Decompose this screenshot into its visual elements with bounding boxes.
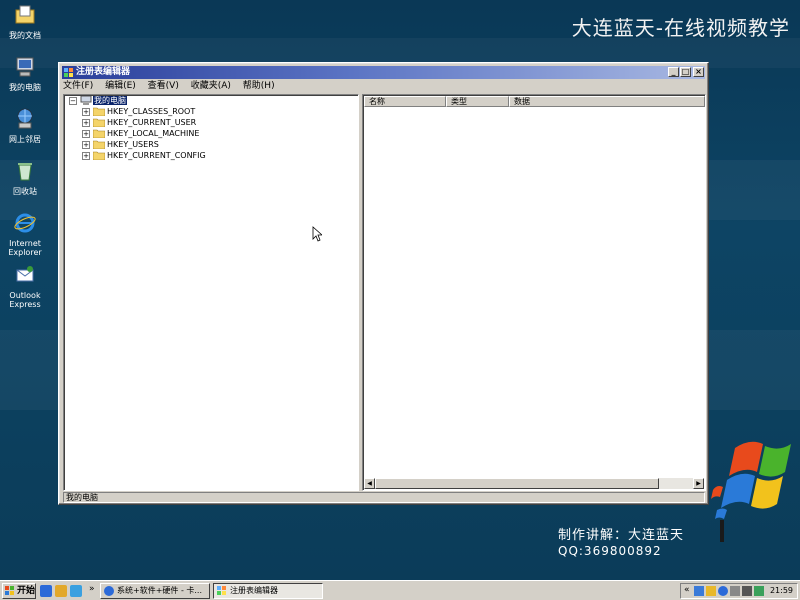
desktop-icon-label: Internet Explorer — [8, 239, 42, 257]
credit-qq: QQ:369800892 — [558, 544, 662, 558]
close-button[interactable]: × — [693, 67, 704, 77]
mouse-cursor-icon — [312, 226, 322, 242]
menu-edit[interactable]: 编辑(E) — [105, 81, 136, 91]
desktop-icon-recycle-bin[interactable]: 回收站 — [2, 160, 48, 196]
tree-item-hkey-users[interactable]: HKEY_USERS — [107, 139, 159, 150]
scroll-thumb[interactable] — [375, 478, 659, 489]
task-label: 注册表编辑器 — [230, 586, 278, 595]
taskbar-button-explorer[interactable]: 系统+软件+硬件 - 卡... — [100, 583, 210, 599]
scroll-right-icon[interactable]: ▶ — [693, 478, 704, 489]
tree-item-hkey-current-config[interactable]: HKEY_CURRENT_CONFIG — [107, 150, 206, 161]
quicklaunch-ie-icon[interactable] — [70, 585, 82, 597]
my-computer-icon — [80, 96, 92, 105]
folder-icon — [93, 118, 105, 127]
clock: 21:59 — [769, 586, 793, 595]
folder-icon — [93, 140, 105, 149]
regedit-window[interactable]: 注册表编辑器 _ □ × 文件(F) 编辑(E) 查看(V) 收藏夹(A) 帮助… — [58, 62, 709, 505]
column-header-type[interactable]: 类型 — [446, 96, 509, 107]
tray-shield-icon[interactable] — [694, 586, 704, 596]
tree-pane[interactable]: − 我的电脑 + HKEY_CLASSES_ROOT + HKEY_CURREN… — [63, 94, 359, 491]
tray-messenger-icon[interactable] — [718, 586, 728, 596]
quicklaunch-tool-icon[interactable] — [55, 585, 67, 597]
watermark-title: 大连蓝天-在线视频教学 — [571, 16, 790, 40]
folder-icon — [93, 129, 105, 138]
windows-logo-icon — [711, 441, 791, 542]
expand-icon[interactable]: + — [82, 130, 90, 138]
regedit-icon — [217, 586, 226, 595]
window-title: 注册表编辑器 — [76, 67, 131, 77]
tree-item-hkey-current-user[interactable]: HKEY_CURRENT_USER — [107, 117, 196, 128]
desktop-icon-label: Outlook Express — [9, 291, 41, 309]
menu-help[interactable]: 帮助(H) — [243, 81, 275, 91]
tray-volume-icon[interactable] — [742, 586, 752, 596]
expand-icon[interactable]: + — [82, 141, 90, 149]
tray-expand-icon[interactable]: « — [684, 585, 690, 595]
tray-qq-icon[interactable] — [706, 586, 716, 596]
start-label: 开始 — [17, 586, 36, 596]
expand-icon[interactable]: + — [82, 152, 90, 160]
tree-item-hkey-local-machine[interactable]: HKEY_LOCAL_MACHINE — [107, 128, 199, 139]
status-bar: 我的电脑 — [63, 492, 705, 503]
credit-text: 制作讲解：大连蓝天 — [558, 528, 685, 543]
desktop-icon-my-documents[interactable]: 我的文档 — [2, 4, 48, 40]
desktop-icon-outlook-express[interactable]: Outlook Express — [2, 264, 48, 309]
tree-root[interactable]: 我的电脑 — [93, 95, 127, 106]
start-button[interactable]: 开始 — [2, 583, 36, 599]
desktop-icon-label: 网上邻居 — [9, 135, 41, 144]
menu-bar: 文件(F) 编辑(E) 查看(V) 收藏夹(A) 帮助(H) — [63, 80, 705, 93]
desktop-icon-label: 回收站 — [13, 187, 37, 196]
column-header-data[interactable]: 数据 — [509, 96, 705, 107]
regedit-icon — [64, 68, 73, 77]
horizontal-scrollbar[interactable]: ◀ ▶ — [364, 478, 704, 489]
desktop-icon-network-places[interactable]: 网上邻居 — [2, 108, 48, 144]
explorer-icon — [104, 586, 114, 596]
desktop-icon-internet-explorer[interactable]: Internet Explorer — [2, 212, 48, 257]
values-pane[interactable]: 名称 类型 数据 ◀ ▶ — [362, 94, 706, 491]
menu-favorites[interactable]: 收藏夹(A) — [191, 81, 231, 91]
my-documents-icon — [15, 5, 35, 24]
expand-icon[interactable]: + — [82, 119, 90, 127]
collapse-icon[interactable]: − — [69, 97, 77, 105]
tree-root-label: 我的电脑 — [93, 96, 127, 105]
minimize-button[interactable]: _ — [668, 67, 679, 77]
maximize-button[interactable]: □ — [680, 67, 691, 77]
folder-icon — [93, 107, 105, 116]
system-tray: « 21:59 — [680, 583, 798, 599]
menu-file[interactable]: 文件(F) — [63, 81, 93, 91]
recycle-bin-icon — [18, 163, 32, 181]
folder-icon — [93, 151, 105, 160]
windows-flag-icon — [5, 586, 14, 595]
tree-item-hkey-classes-root[interactable]: HKEY_CLASSES_ROOT — [107, 106, 195, 117]
desktop-icon-label: 我的文档 — [9, 31, 41, 40]
outlook-express-icon — [16, 266, 34, 282]
taskbar-button-regedit[interactable]: 注册表编辑器 — [213, 583, 323, 599]
scroll-left-icon[interactable]: ◀ — [364, 478, 375, 489]
quicklaunch-browser-icon[interactable] — [40, 585, 52, 597]
title-bar[interactable]: 注册表编辑器 _ □ × — [62, 66, 705, 79]
tray-network-icon[interactable] — [730, 586, 740, 596]
internet-explorer-icon — [14, 213, 36, 233]
desktop-icon-label: 我的电脑 — [9, 83, 41, 92]
menu-view[interactable]: 查看(V) — [148, 81, 179, 91]
network-places-icon — [17, 108, 33, 129]
column-header-name[interactable]: 名称 — [364, 96, 446, 107]
quicklaunch-more-icon[interactable]: » — [89, 584, 95, 594]
desktop-icon-my-computer[interactable]: 我的电脑 — [2, 56, 48, 92]
task-label: 系统+软件+硬件 - 卡... — [117, 586, 203, 595]
expand-icon[interactable]: + — [82, 108, 90, 116]
taskbar: 开始 » 系统+软件+硬件 - 卡... 注册表编辑器 « 21:59 — [0, 580, 800, 600]
my-computer-icon — [16, 57, 34, 77]
tray-update-icon[interactable] — [754, 586, 764, 596]
